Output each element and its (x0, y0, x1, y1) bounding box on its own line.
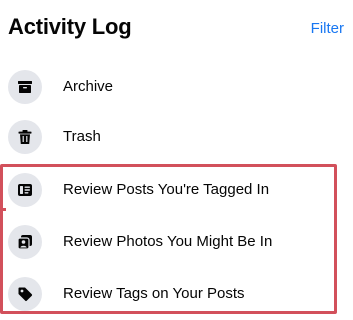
menu-item-trash[interactable]: Trash (8, 117, 333, 157)
menu-item-label: Review Tags on Your Posts (63, 285, 245, 302)
activity-log-screen: Activity Log Filter Archive Trash Review… (0, 0, 353, 320)
menu-item-review-tags[interactable]: Review Tags on Your Posts (8, 274, 333, 314)
menu-item-review-tagged-posts[interactable]: Review Posts You're Tagged In (8, 170, 333, 210)
archive-icon (8, 70, 42, 104)
menu-item-label: Review Photos You Might Be In (63, 233, 273, 250)
menu-item-label: Review Posts You're Tagged In (63, 181, 270, 198)
trash-icon (8, 120, 42, 154)
page-title: Activity Log (8, 14, 132, 39)
menu-item-archive[interactable]: Archive (8, 67, 333, 107)
menu-item-review-photos[interactable]: Review Photos You Might Be In (8, 222, 333, 262)
highlight-pointer (0, 208, 6, 211)
photos-icon (8, 225, 42, 259)
menu-item-label: Archive (63, 78, 114, 95)
filter-link[interactable]: Filter (311, 20, 344, 37)
tagged-posts-icon (8, 173, 42, 207)
menu-item-label: Trash (63, 128, 101, 145)
header: Activity Log Filter (0, 0, 353, 62)
tag-icon (8, 277, 42, 311)
